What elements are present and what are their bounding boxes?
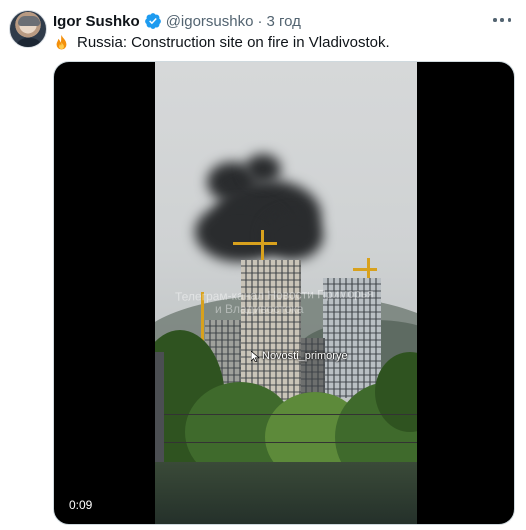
power-line [155,442,417,443]
tweet-header: Igor Sushko @igorsushko · 3 год [53,11,301,31]
avatar-shirt [15,38,43,47]
fence [155,462,417,524]
power-line [155,414,417,415]
tweet-text: Russia: Construction site on fire in Vla… [77,34,390,51]
tweet-text-row: Russia: Construction site on fire in Vla… [53,33,390,53]
tweet-card[interactable]: Igor Sushko @igorsushko · 3 год Russia: … [0,0,526,530]
cursor-icon [251,350,260,362]
header-separator: · [257,12,263,30]
video-frame[interactable]: Телеграм-канал Новости Приморья и Владив… [155,62,417,524]
smoke-plume [263,212,323,260]
more-options-icon[interactable] [490,12,514,28]
video-duration: 0:09 [64,496,98,514]
author-display-name[interactable]: Igor Sushko [53,13,140,30]
video-watermark: и Владивостока [215,302,304,316]
smoke-plume [245,154,281,184]
video-overlay-text: Novosti_primorye [262,350,348,362]
crane-jib [233,242,277,245]
avatar-hair [18,16,40,26]
fire-icon [56,34,67,50]
building-tower [301,338,325,398]
verified-badge-icon [144,13,161,29]
crane-jib [353,268,377,271]
author-handle[interactable]: @igorsushko [166,13,254,30]
video-player[interactable]: Телеграм-канал Новости Приморья и Владив… [53,61,515,525]
avatar[interactable] [9,10,47,48]
video-overlay-label: Novosti_primorye [251,350,348,362]
tweet-time[interactable]: 3 год [266,13,300,30]
building-tower [241,260,301,400]
